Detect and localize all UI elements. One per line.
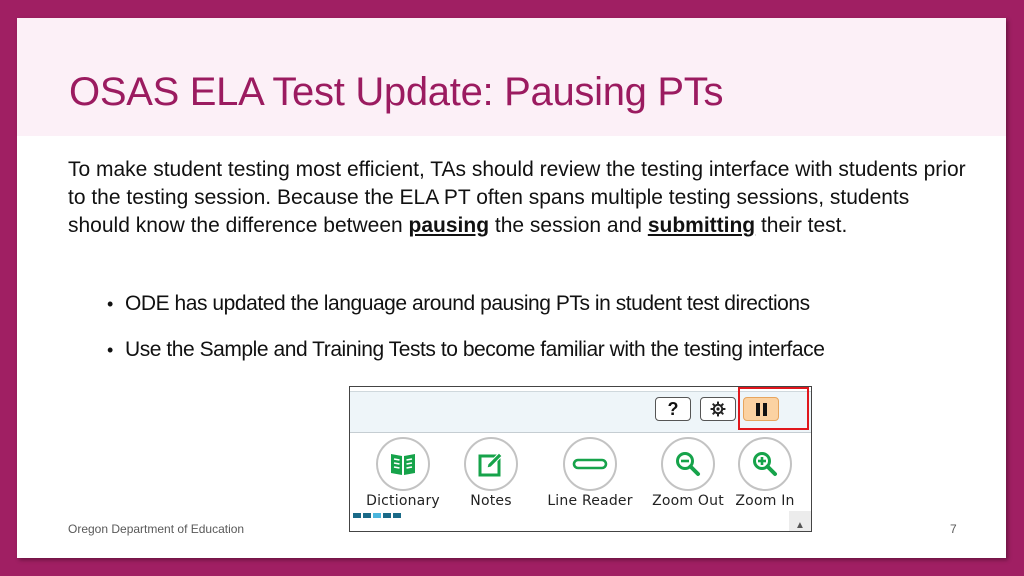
- zoom-in-icon: [753, 452, 777, 476]
- pause-highlight-box: [738, 387, 809, 430]
- progress-dot: [393, 513, 401, 518]
- slide-title: OSAS ELA Test Update: Pausing PTs: [69, 70, 724, 114]
- line-reader-icon: [572, 458, 608, 470]
- settings-button[interactable]: [700, 397, 736, 421]
- dictionary-label: Dictionary: [366, 493, 440, 509]
- progress-dot: [383, 513, 391, 518]
- notes-pencil-icon: [478, 452, 503, 477]
- emphasis-submitting: submitting: [647, 214, 756, 237]
- progress-dot: [373, 513, 381, 518]
- zoom-in-tool[interactable]: Zoom In: [725, 437, 805, 509]
- dictionary-tool[interactable]: Dictionary: [358, 437, 448, 509]
- zoom-out-tool[interactable]: Zoom Out: [643, 437, 733, 509]
- progress-dot: [363, 513, 371, 518]
- bullet-icon: •: [107, 340, 113, 360]
- slide: OSAS ELA Test Update: Pausing PTs To mak…: [17, 18, 1006, 558]
- book-icon: [391, 454, 415, 475]
- emphasis-pausing: pausing: [408, 214, 490, 237]
- bullet-item: • Use the Sample and Training Tests to be…: [107, 336, 825, 364]
- bullet-icon: •: [107, 294, 113, 314]
- bullet-text: Use the Sample and Training Tests to bec…: [125, 338, 825, 361]
- intro-text-2: the session and: [489, 214, 648, 237]
- bullet-list: • ODE has updated the language around pau…: [107, 290, 825, 382]
- zoom-out-label: Zoom Out: [652, 493, 724, 509]
- zoom-in-label: Zoom In: [735, 493, 795, 509]
- chevron-up-icon: ▲: [795, 520, 805, 531]
- scroll-up-button[interactable]: ▲: [789, 511, 811, 531]
- line-reader-tool[interactable]: Line Reader: [540, 437, 640, 509]
- intro-paragraph: To make student testing most efficient, …: [68, 156, 968, 240]
- progress-dots: [353, 513, 401, 518]
- footer-organization: Oregon Department of Education: [68, 522, 245, 536]
- help-button[interactable]: ?: [655, 397, 691, 421]
- zoom-out-icon: [676, 452, 700, 476]
- progress-dot: [353, 513, 361, 518]
- notes-tool[interactable]: Notes: [446, 437, 536, 509]
- bullet-item: • ODE has updated the language around pau…: [107, 290, 824, 318]
- line-reader-label: Line Reader: [547, 493, 633, 509]
- gear-icon: [710, 401, 726, 417]
- question-mark-icon: ?: [667, 398, 679, 419]
- page-number: 7: [950, 522, 957, 536]
- bullet-text: ODE has updated the language around paus…: [125, 292, 810, 315]
- notes-label: Notes: [470, 493, 512, 509]
- testing-toolbar-screenshot: ? Dictionary Notes Line Reader Zoom Out …: [349, 386, 812, 532]
- intro-text-3: their test.: [755, 214, 848, 237]
